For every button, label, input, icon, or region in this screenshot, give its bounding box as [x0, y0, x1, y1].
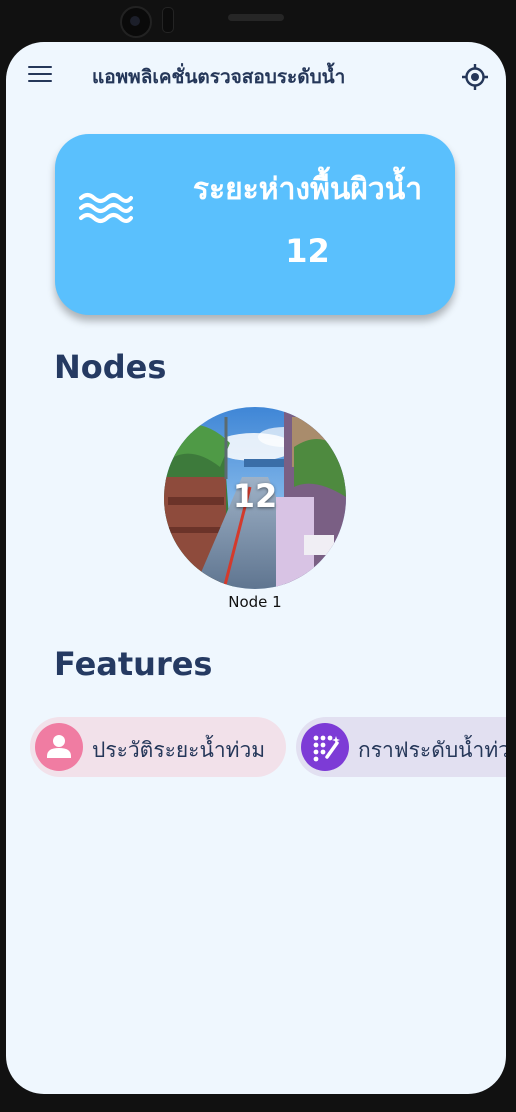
nodes-heading: Nodes [54, 348, 167, 386]
proximity-sensor [162, 7, 174, 33]
node-item[interactable]: 12 Node 1 [164, 407, 348, 611]
app-bar: แอพพลิเคชั่นตรวจสอบระดับน้ำ [6, 42, 506, 112]
person-icon-badge [35, 723, 83, 771]
node-water-value: 12 [232, 477, 278, 515]
menu-icon-line [28, 80, 52, 82]
water-level-graph-feature-button[interactable]: กราฟระดับน้ำท่วม [296, 717, 506, 777]
water-distance-card[interactable]: ระยะห่างพื้นผิวน้ำ 12 [55, 134, 455, 315]
front-camera [120, 6, 152, 38]
menu-button[interactable] [28, 66, 52, 86]
water-level-graph-label: กราฟระดับน้ำท่วม [358, 738, 506, 762]
waves-icon [79, 193, 133, 223]
earpiece-speaker [228, 14, 284, 21]
gps-crosshair-icon [462, 64, 488, 90]
water-distance-title: ระยะห่างพื้นผิวน้ำ [192, 172, 423, 207]
features-heading: Features [54, 645, 213, 683]
flood-history-feature-button[interactable]: ประวัติระยะน้ำท่วม [30, 717, 286, 777]
app-title: แอพพลิเคชั่นตรวจสอบระดับน้ำ [92, 66, 346, 88]
menu-icon-line [28, 66, 52, 68]
my-location-button[interactable] [461, 63, 489, 91]
magic-wand-icon-badge [301, 723, 349, 771]
flood-history-label: ประวัติระยะน้ำท่วม [92, 738, 266, 762]
phone-frame: แอพพลิเคชั่นตรวจสอบระดับน้ำ ระยะห่างพื้น… [0, 0, 516, 1112]
person-icon [47, 735, 71, 758]
node-label: Node 1 [228, 593, 282, 611]
water-distance-value: 12 [285, 232, 330, 270]
magic-wand-icon [313, 735, 340, 762]
app-screen: แอพพลิเคชั่นตรวจสอบระดับน้ำ ระยะห่างพื้น… [6, 42, 506, 1094]
menu-icon-line [28, 73, 52, 75]
